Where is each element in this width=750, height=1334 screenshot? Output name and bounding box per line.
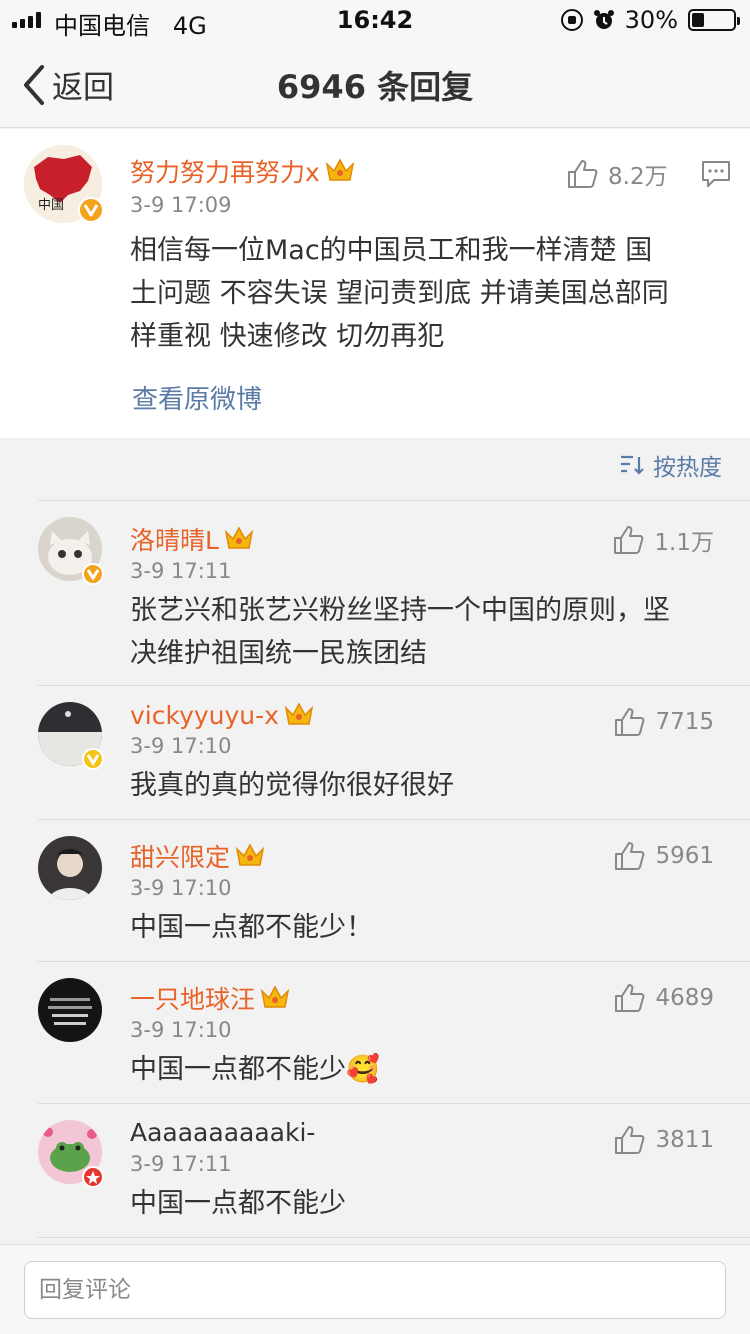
thumbs-up-icon [614,526,644,554]
comment-author[interactable]: vickyyuyu-x [130,700,315,730]
verified-badge [82,748,104,770]
vip-crown-icon [325,158,354,181]
status-bar: 中国电信 4G 16:42 30% [0,0,750,40]
comment-author-name: 甜兴限定 [130,843,231,872]
comment-time: 3-9 17:11 [130,1152,232,1176]
comment-text: 张艺兴和张艺兴粉丝坚持一个中国的原则，坚 决维护祖国统一民族团结 [130,589,730,675]
navigation-bar: 返回 6946 条回复 [0,40,750,128]
comment-icon[interactable] [700,159,732,189]
comment-author-name: 一只地球汪 [130,985,256,1014]
post-author[interactable]: 努力努力再努力x [130,153,356,189]
sort-icon [621,455,644,475]
comment-text-line: 中国一点都不能少！ [130,912,373,943]
verified-v-icon [86,569,100,581]
comment-author[interactable]: 甜兴限定 [130,838,266,874]
verified-badge [78,197,104,223]
comment-like-button[interactable]: 3811 [613,1124,714,1156]
vip-crown-icon [284,702,314,725]
comment-text: 我真的真的觉得你很好很好 [130,764,730,807]
reply-bar [0,1244,750,1334]
post-text-line: 相信每一位Mac的中国员工和我一样清楚 国 [130,235,653,266]
comment-like-button[interactable]: 5961 [613,840,714,872]
vip-crown-icon [235,843,265,866]
comment-like-count: 1.1万 [654,530,714,556]
comment-text: 中国一点都不能少！ [130,906,730,949]
comment-author[interactable]: 洛晴晴L [130,521,255,557]
verified-badge [82,563,104,585]
comment-text-line: 我真的真的觉得你很好很好 [130,770,454,801]
comment-like-count: 7715 [655,709,714,735]
comment-item: 甜兴限定 3-9 17:10 5961 中国一点都不能少！ [0,820,750,961]
comment-item: Aaaaaaaaaaki- 3-9 17:11 3811 中国一点都不能少 [0,1104,750,1238]
comment-time: 3-9 17:10 [130,734,232,758]
page-title: 6946 条回复 [276,68,474,106]
comment-author-name: 洛晴晴L [130,526,219,555]
post-text-line: 土问题 不容失误 望问责到底 并请美国总部同 [130,278,669,309]
vip-crown-icon [260,985,290,1008]
comment-like-button[interactable]: 7715 [613,706,714,738]
thumbs-up-icon [615,842,645,870]
comment-like-count: 3811 [655,1127,714,1153]
comment-item: 洛晴晴L 3-9 17:11 1.1万 张艺兴和张艺兴粉丝坚持一个中国的原则，坚… [0,501,750,685]
comment-text-line: 中国一点都不能少🥰 [130,1054,380,1085]
comment-text-line: 张艺兴和张艺兴粉丝坚持一个中国的原则，坚 [130,595,670,626]
post-like-button[interactable]: 8.2万 [566,157,668,191]
divider [38,1237,750,1238]
thumbs-up-icon [615,984,645,1012]
comment-text: 中国一点都不能少🥰 [130,1048,730,1091]
comment-like-count: 4689 [655,985,714,1011]
battery-icon [688,9,740,31]
rotation-lock-icon [560,9,583,31]
post-author-name: 努力努力再努力x [130,158,320,187]
member-badge [82,1166,104,1188]
text-image-avatar-icon [38,978,102,1042]
comment-author[interactable]: 一只地球汪 [130,980,291,1016]
comment-like-button[interactable]: 4689 [613,982,714,1014]
verified-v-icon [86,754,100,766]
thumbs-up-icon [615,708,645,736]
comment-author-name: Aaaaaaaaaaki- [130,1118,316,1147]
alarm-icon [593,10,614,29]
vip-crown-icon [224,526,254,549]
thumbs-up-icon [615,1126,645,1154]
post-time: 3-9 17:09 [130,193,232,217]
comment-item: vickyyuyu-x 3-9 17:10 7715 我真的真的觉得你很好很好 [0,686,750,819]
portrait-avatar-icon [38,836,102,900]
comment-like-count: 5961 [655,843,714,869]
view-original-link[interactable]: 查看原微博 [132,379,262,416]
thumbs-up-icon [568,160,598,188]
comment-author-name: vickyyuyu-x [130,700,279,730]
post-like-count: 8.2万 [608,164,668,190]
avatar[interactable] [38,978,102,1042]
comment-time: 3-9 17:11 [130,559,232,583]
comment-like-button[interactable]: 1.1万 [612,523,714,557]
sort-toggle[interactable]: 按热度 [619,448,722,482]
battery-percent: 30% [624,6,678,34]
reply-input[interactable] [24,1261,726,1319]
comment-time: 3-9 17:10 [130,1018,232,1042]
star-icon [86,1171,100,1184]
original-post: 中国 努力努力再努力x 3-9 17:09 8.2万 相信每一位Mac的中国员工… [0,129,750,438]
comment-author[interactable]: Aaaaaaaaaaki- [130,1118,315,1147]
comment-text-line: 决维护祖国统一民族团结 [130,638,427,669]
comment-text: 中国一点都不能少 [130,1182,730,1225]
avatar[interactable] [38,836,102,900]
comment-time: 3-9 17:10 [130,876,232,900]
comment-text-line: 中国一点都不能少 [130,1188,346,1219]
comment-item: 一只地球汪 3-9 17:10 4689 中国一点都不能少🥰 [0,962,750,1103]
post-text: 相信每一位Mac的中国员工和我一样清楚 国 土问题 不容失误 望问责到底 并请美… [130,229,730,358]
post-text-line: 样重视 快速修改 切勿再犯 [130,321,445,352]
verified-v-icon [83,204,99,217]
avatar-text: 中国 [38,198,64,213]
sort-label: 按热度 [653,455,722,481]
